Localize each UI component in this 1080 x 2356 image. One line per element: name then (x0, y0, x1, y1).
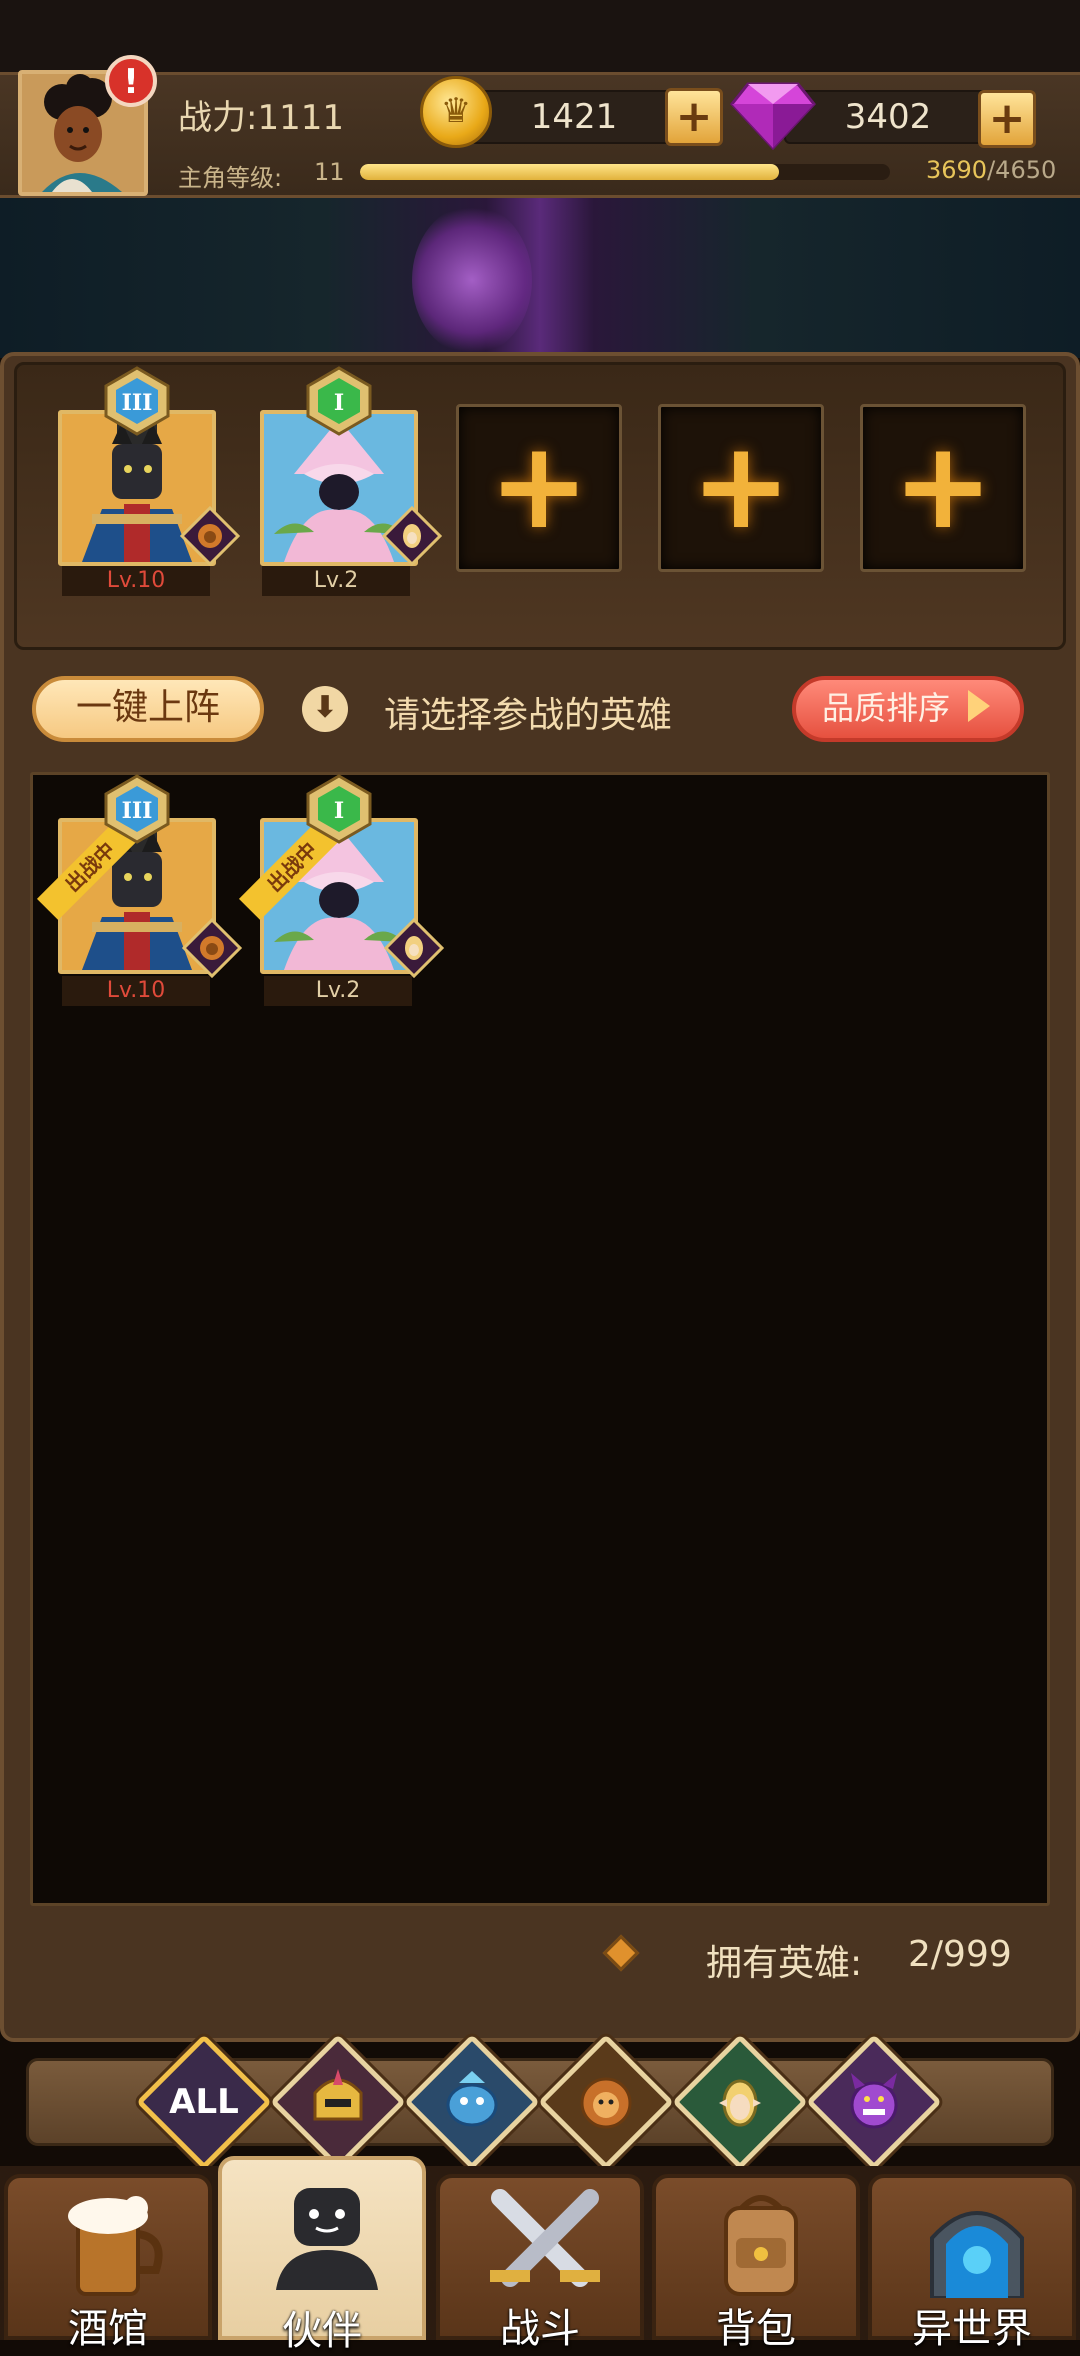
lineup-hero-level: Lv.2 (262, 566, 410, 596)
lion-class-icon (180, 506, 240, 566)
nav-tab-otherworld[interactable]: 异世界 (868, 2174, 1076, 2352)
beer-mug-icon (68, 2196, 163, 2296)
crossed-swords-icon (490, 2189, 600, 2287)
filter-beast-button[interactable] (538, 2034, 674, 2170)
add-gems-button[interactable]: + (978, 90, 1036, 148)
xp-progress-fill (360, 164, 779, 180)
coin-counter: 1421 (470, 90, 678, 144)
lineup-hero-level: Lv.10 (62, 566, 210, 596)
add-hero-plus-icon: + (488, 417, 590, 556)
filter-warrior-button[interactable] (270, 2034, 406, 2170)
rank-numeral: I (334, 390, 344, 416)
nav-tab-bag[interactable]: 背包 (652, 2174, 860, 2352)
select-hero-hint: 请选择参战的英雄 (384, 695, 673, 736)
scene-banner (0, 198, 1080, 358)
nav-label-partner: 伙伴 (282, 2308, 362, 2354)
xp-readout: 3690/4650 (926, 156, 1056, 184)
portal-glow (412, 205, 532, 355)
filter-all-button[interactable]: ALL (136, 2034, 272, 2170)
xp-progress-bar (360, 164, 890, 180)
empty-lineup-slot[interactable]: + (658, 404, 824, 572)
nav-tab-tavern[interactable]: 酒馆 (4, 2174, 212, 2352)
filter-demon-button[interactable] (806, 2034, 942, 2170)
rank-numeral: III (122, 798, 153, 824)
rank-badge-icon: I (306, 366, 372, 436)
nav-label-bag: 背包 (716, 2306, 796, 2352)
owned-heroes-label: 拥有英雄: (706, 1943, 863, 1984)
xp-separator: / (987, 156, 996, 184)
add-hero-plus-icon: + (690, 417, 792, 556)
backpack-icon (724, 2195, 798, 2296)
nav-label-otherworld: 异世界 (912, 2306, 1032, 2352)
roster-hero-level: Lv.10 (62, 976, 210, 1006)
fish-creature-icon (446, 2071, 498, 2127)
play-arrow-icon (968, 690, 990, 722)
nav-tab-partner[interactable]: 伙伴 (218, 2156, 426, 2354)
nav-label-battle: 战斗 (500, 2306, 580, 2352)
rank-badge-icon: III (104, 774, 170, 844)
rank-numeral: I (334, 798, 344, 824)
nav-label-tavern: 酒馆 (68, 2306, 148, 2352)
level-label: 主角等级: (178, 164, 283, 192)
elf-icon (719, 2079, 761, 2127)
auto-deploy-button[interactable]: 一键上阵 (32, 676, 264, 742)
alert-badge[interactable]: ! (105, 55, 157, 107)
lion-class-icon (182, 918, 242, 978)
roster-hero-level: Lv.2 (264, 976, 412, 1006)
empty-lineup-slot[interactable]: + (860, 404, 1026, 572)
partner-silhouette-icon (276, 2188, 378, 2290)
nav-tab-battle[interactable]: 战斗 (436, 2174, 644, 2352)
down-arrow-icon: ⬇ (302, 686, 348, 732)
warrior-helmet-icon (313, 2069, 363, 2121)
add-coins-button[interactable]: + (665, 88, 723, 146)
status-strip (0, 0, 1080, 72)
demon-icon (850, 2073, 898, 2129)
rank-numeral: III (122, 390, 153, 416)
filter-aquatic-button[interactable] (404, 2034, 540, 2170)
elf-class-icon (384, 918, 444, 978)
lion-icon (580, 2077, 632, 2129)
filter-all-label: ALL (169, 2082, 239, 2122)
add-hero-plus-icon: + (892, 417, 994, 556)
owned-heroes-count: 2/999 (908, 1934, 1012, 1975)
gold-coin-icon: ♛ (420, 76, 492, 148)
rank-badge-icon: III (104, 366, 170, 436)
empty-lineup-slot[interactable]: + (456, 404, 622, 572)
portal-icon (930, 2211, 1024, 2298)
filter-elf-button[interactable] (672, 2034, 808, 2170)
xp-max: 4650 (995, 156, 1057, 184)
rank-badge-icon: I (306, 774, 372, 844)
elf-class-icon (382, 506, 442, 566)
purple-gem-icon (730, 82, 816, 150)
combat-power: 战力:1111 (178, 98, 344, 138)
level-value: 11 (314, 158, 345, 186)
xp-current: 3690 (926, 156, 988, 184)
